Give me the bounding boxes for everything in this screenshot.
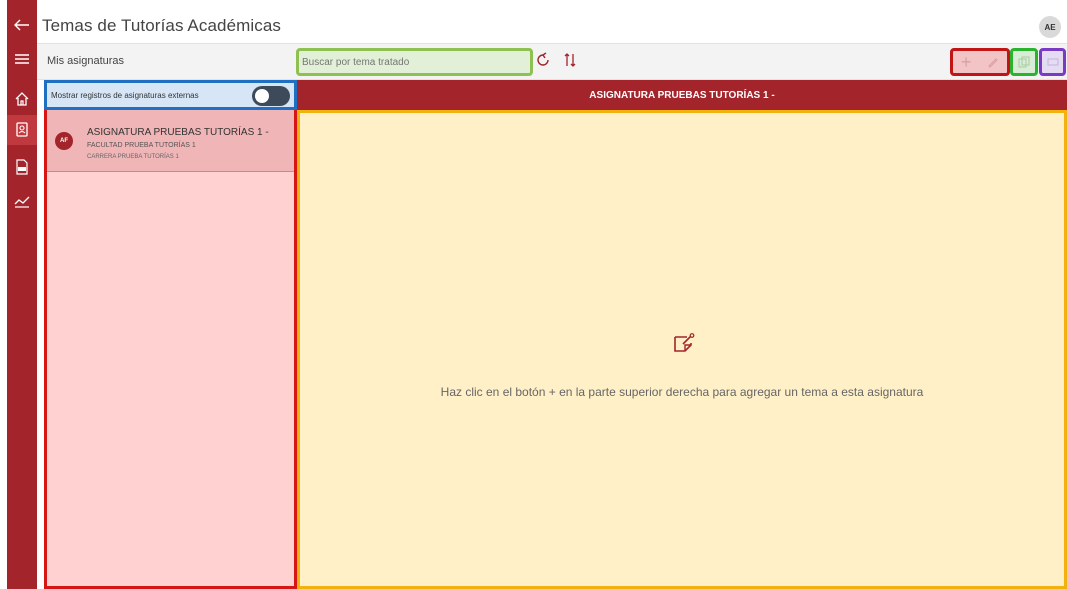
note-edit-icon: [673, 333, 695, 360]
item-avatar: AF: [55, 132, 73, 150]
search-input[interactable]: [296, 48, 533, 76]
user-avatar[interactable]: AE: [1039, 16, 1061, 38]
list-title: Mis asignaturas: [47, 55, 125, 67]
external-toggle-row: Mostrar registros de asignaturas externa…: [44, 80, 297, 110]
pdf-report-icon[interactable]: [7, 152, 37, 182]
sort-icon[interactable]: [564, 52, 576, 73]
analytics-icon[interactable]: [7, 186, 37, 216]
ellipsis-icon: [1047, 53, 1059, 71]
external-toggle[interactable]: [252, 86, 290, 106]
refresh-icon[interactable]: [535, 52, 551, 73]
contact-book-icon[interactable]: [7, 115, 37, 145]
detail-header: ASIGNATURA PRUEBAS TUTORÍAS 1 -: [297, 80, 1067, 110]
item-title: ASIGNATURA PRUEBAS TUTORÍAS 1 -: [87, 127, 269, 138]
hamburger-icon[interactable]: [7, 44, 37, 74]
item-faculty: FACULTAD PRUEBA TUTORÍAS 1: [87, 142, 196, 149]
subjects-list: AF ASIGNATURA PRUEBAS TUTORÍAS 1 - FACUL…: [44, 110, 297, 589]
home-icon[interactable]: [7, 84, 37, 114]
nav-rail: [0, 0, 37, 589]
add-edit-group: +: [950, 48, 1010, 76]
list-item[interactable]: AF ASIGNATURA PRUEBAS TUTORÍAS 1 - FACUL…: [47, 110, 294, 172]
toolbar: Mis asignaturas +: [37, 44, 1067, 80]
back-arrow-icon[interactable]: [7, 10, 37, 40]
item-career: CARRERA PRUEBA TUTORÍAS 1: [87, 154, 179, 160]
empty-message: Haz clic en el botón + en la parte super…: [440, 385, 924, 399]
title-bar: Temas de Tutorías Académicas AE: [37, 10, 1067, 44]
app-title: Temas de Tutorías Académicas: [42, 16, 282, 35]
copy-icon: [1018, 53, 1030, 71]
detail-body: Haz clic en el botón + en la parte super…: [297, 110, 1067, 589]
pencil-icon[interactable]: [987, 53, 999, 71]
copy-button[interactable]: [1010, 48, 1038, 76]
plus-icon[interactable]: +: [961, 53, 972, 71]
more-button[interactable]: [1039, 48, 1066, 76]
subjects-panel: Mostrar registros de asignaturas externa…: [44, 80, 297, 589]
app-window: Temas de Tutorías Académicas AE Mis asig…: [0, 0, 1067, 589]
toggle-knob: [255, 89, 269, 103]
toggle-label: Mostrar registros de asignaturas externa…: [51, 91, 199, 100]
